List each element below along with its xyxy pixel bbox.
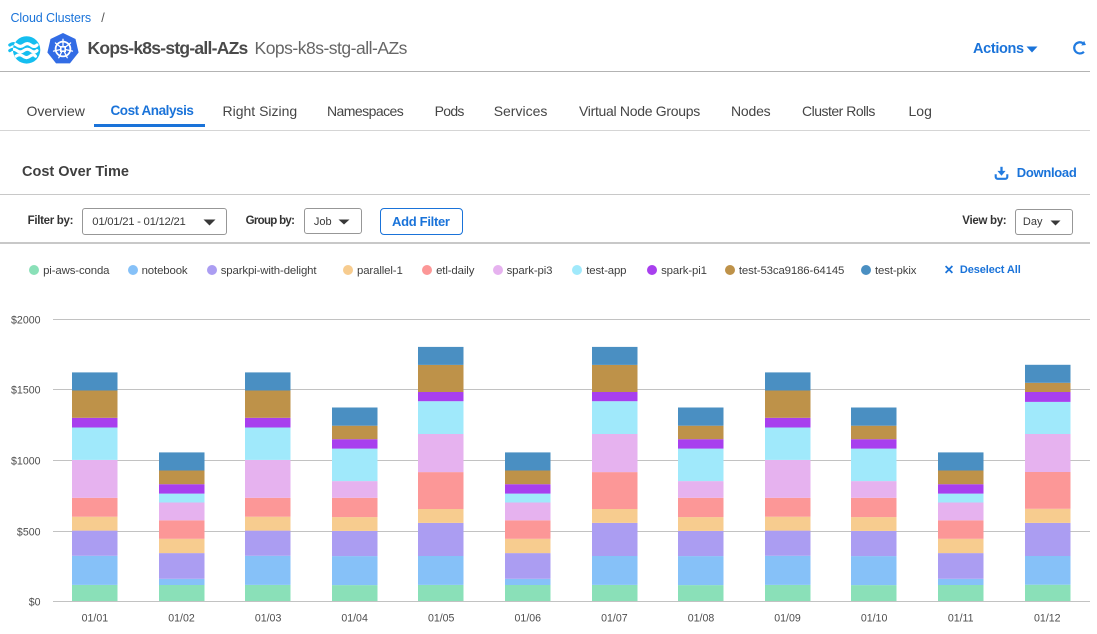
svg-text:01/10: 01/10 xyxy=(861,612,888,624)
svg-text:01/04: 01/04 xyxy=(341,612,368,624)
svg-text:$1000: $1000 xyxy=(11,455,41,467)
svg-text:$1500: $1500 xyxy=(11,384,41,396)
svg-text:01/07: 01/07 xyxy=(601,612,628,624)
svg-text:01/02: 01/02 xyxy=(168,612,195,624)
svg-text:01/11: 01/11 xyxy=(948,612,974,624)
svg-text:01/01: 01/01 xyxy=(82,612,109,624)
svg-text:$500: $500 xyxy=(17,526,41,538)
svg-text:$0: $0 xyxy=(29,596,41,608)
svg-text:01/09: 01/09 xyxy=(774,612,801,624)
svg-text:01/12: 01/12 xyxy=(1034,612,1061,624)
svg-text:01/06: 01/06 xyxy=(515,612,542,624)
svg-text:01/03: 01/03 xyxy=(255,612,282,624)
svg-text:01/08: 01/08 xyxy=(688,612,715,624)
svg-text:$2000: $2000 xyxy=(11,314,41,326)
svg-text:01/05: 01/05 xyxy=(428,612,455,624)
